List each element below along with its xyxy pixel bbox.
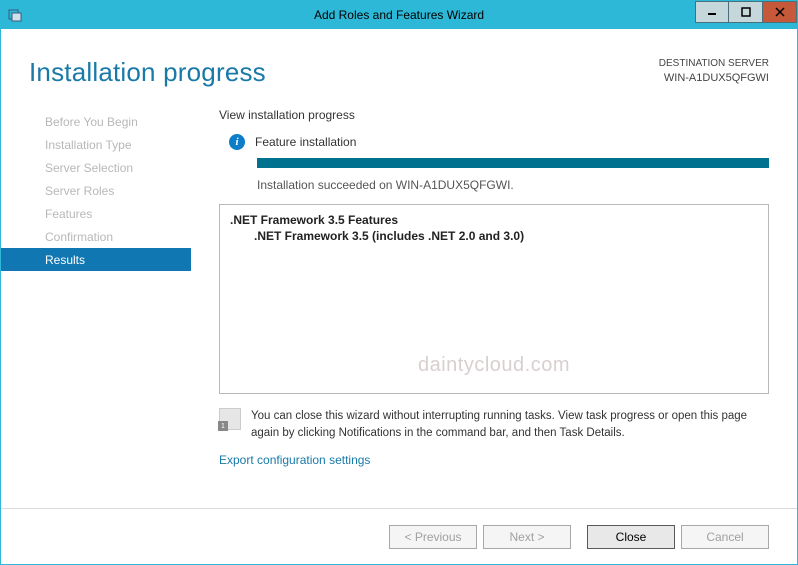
feature-child: .NET Framework 3.5 (includes .NET 2.0 an… (230, 227, 758, 246)
sidebar-item-confirmation: Confirmation (1, 225, 191, 248)
progress-bar (257, 158, 769, 168)
sidebar-item-server-roles: Server Roles (1, 179, 191, 202)
content-area: Installation progress DESTINATION SERVER… (1, 29, 797, 564)
wizard-window: Add Roles and Features Wizard Installati… (0, 0, 798, 565)
sidebar: Before You Begin Installation Type Serve… (1, 108, 191, 508)
previous-button: < Previous (389, 525, 477, 549)
minimize-button[interactable] (695, 1, 729, 23)
cancel-button: Cancel (681, 525, 769, 549)
maximize-button[interactable] (729, 1, 763, 23)
succeeded-text: Installation succeeded on WIN-A1DUX5QFGW… (257, 178, 769, 192)
sidebar-item-features: Features (1, 202, 191, 225)
hint-row: 1 You can close this wizard without inte… (219, 408, 769, 443)
watermark: daintycloud.com (220, 354, 768, 377)
page-title: Installation progress (29, 57, 266, 88)
destination-label: DESTINATION SERVER (659, 57, 769, 71)
close-button[interactable]: Close (587, 525, 675, 549)
footer: < Previous Next > Close Cancel (1, 508, 797, 564)
feature-list: .NET Framework 3.5 Features .NET Framewo… (219, 204, 769, 394)
info-icon: i (229, 134, 245, 150)
window-controls (695, 1, 797, 23)
sidebar-item-installation-type: Installation Type (1, 133, 191, 156)
main-panel: View installation progress i Feature ins… (191, 108, 769, 508)
subheading: View installation progress (219, 108, 769, 122)
sidebar-item-server-selection: Server Selection (1, 156, 191, 179)
status-text: Feature installation (255, 135, 356, 149)
sidebar-item-before-you-begin: Before You Begin (1, 110, 191, 133)
window-title: Add Roles and Features Wizard (1, 8, 797, 22)
sidebar-item-results: Results (1, 248, 191, 271)
app-icon (7, 7, 23, 23)
titlebar: Add Roles and Features Wizard (1, 1, 797, 29)
export-config-link[interactable]: Export configuration settings (219, 453, 769, 467)
flag-icon: 1 (219, 408, 241, 430)
close-window-button[interactable] (763, 1, 797, 23)
destination-server: DESTINATION SERVER WIN-A1DUX5QFGWI (659, 57, 769, 86)
feature-parent: .NET Framework 3.5 Features (230, 213, 758, 227)
destination-name: WIN-A1DUX5QFGWI (659, 71, 769, 86)
hint-text: You can close this wizard without interr… (251, 408, 769, 443)
next-button: Next > (483, 525, 571, 549)
